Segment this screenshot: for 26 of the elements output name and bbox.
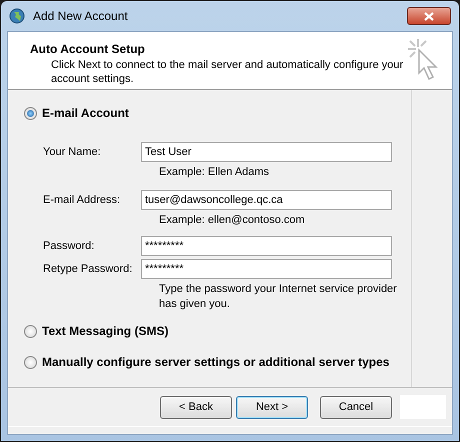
header-description: Click Next to connect to the mail server and automatically configure your account settings. — [50, 58, 404, 86]
close-icon — [424, 12, 434, 20]
header-title: Auto Account Setup — [30, 41, 146, 58]
option-label: Text Messaging (SMS) — [42, 323, 168, 340]
radio-button[interactable] — [24, 324, 37, 338]
radio-button[interactable] — [24, 356, 37, 368]
text-field[interactable]: tuser@dawsoncollege.qc.ca — [141, 190, 392, 210]
dialog-button[interactable]: < Back — [160, 396, 232, 418]
hint-text: Type the password your Internet service provider has given you. — [159, 282, 398, 312]
hint-text: Example: Ellen Adams — [159, 165, 270, 180]
field-label: Your Name: — [43, 144, 102, 160]
text-field[interactable]: Test User — [141, 142, 392, 162]
close-button[interactable] — [407, 7, 451, 25]
radio-button[interactable] — [24, 106, 37, 120]
globe-icon — [9, 8, 25, 24]
option-label: Manually configure server settings or additional server types — [42, 354, 390, 371]
field-label: Retype Password: — [43, 262, 134, 277]
window-title: Add New Account — [33, 8, 128, 25]
dialog-button[interactable]: Cancel — [320, 396, 392, 418]
text-field[interactable]: ********* — [141, 236, 392, 256]
option-label: E-mail Account — [42, 105, 129, 122]
field-label: E-mail Address: — [43, 192, 122, 208]
dialog-button[interactable]: Next > — [236, 396, 308, 418]
field-label: Password: — [43, 238, 96, 254]
hint-text: Example: ellen@contoso.com — [159, 213, 306, 228]
text-field[interactable]: ********* — [141, 259, 392, 279]
